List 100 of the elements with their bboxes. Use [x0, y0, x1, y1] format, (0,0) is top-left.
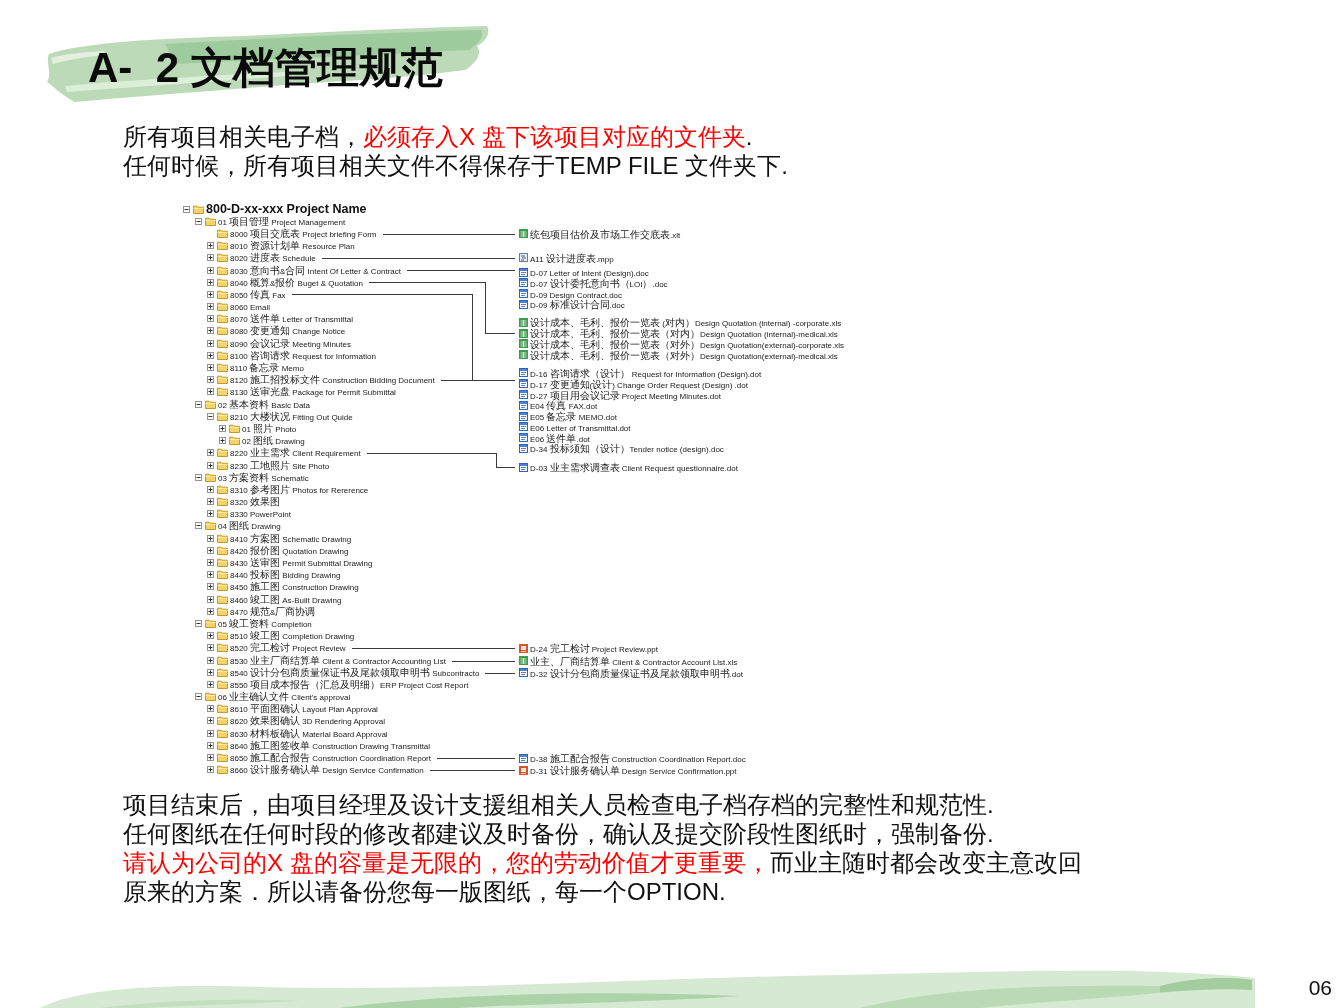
- file-item[interactable]: D-09 标准设计合同.doc: [519, 299, 625, 310]
- folder-item[interactable]: 03 方案资料 Schematic: [193, 471, 309, 484]
- plus-box-icon[interactable]: [207, 729, 214, 737]
- file-item[interactable]: D-03 业主需求调查表 Client Request questionnaire.dot: [519, 461, 738, 473]
- folder-item[interactable]: 8450 施工图 Construction Drawing: [205, 580, 359, 593]
- plus-box-icon[interactable]: [207, 546, 214, 554]
- file-item[interactable]: A11 设计进度表.mpp: [519, 252, 614, 264]
- file-item[interactable]: 业主、厂商结算单 Client & Contractor Account List.xls: [519, 655, 738, 666]
- plus-box-icon[interactable]: [207, 766, 214, 774]
- folder-item[interactable]: 8510 竣工图 Completion Drawing: [205, 629, 355, 642]
- plus-box-icon[interactable]: [207, 559, 214, 567]
- minus-box-icon[interactable]: [195, 217, 202, 225]
- plus-box-icon[interactable]: [207, 376, 214, 384]
- plus-box-icon[interactable]: [207, 571, 214, 579]
- plus-box-icon[interactable]: [207, 632, 214, 640]
- file-item[interactable]: 设计成本、毛利、报价一览表（对外）Design Quotation(external)-medical.xls: [519, 349, 838, 361]
- file-item[interactable]: D-16 咨询请求（设计） Request for Information (Design).dot: [519, 367, 762, 379]
- folder-item[interactable]: 8330 PowerPoint: [205, 507, 291, 520]
- folder-item[interactable]: 02 基本资料 Basic Data: [193, 398, 311, 411]
- plus-box-icon[interactable]: [207, 242, 214, 250]
- minus-box-icon[interactable]: [207, 412, 214, 420]
- folder-item[interactable]: 8640 施工图签收单 Construction Drawing Transmittal: [205, 739, 431, 752]
- plus-box-icon[interactable]: [207, 583, 214, 591]
- folder-item[interactable]: 8130 送审光盘 Package for Permit Submittal: [205, 385, 396, 398]
- folder-item[interactable]: 8090 会议记录 Meeting Minutes: [205, 337, 351, 350]
- file-item[interactable]: D-38 施工配合报告 Construction Coordination Report.doc: [519, 752, 746, 764]
- plus-box-icon[interactable]: [207, 449, 214, 457]
- file-item[interactable]: E04 传真 FAX.dot: [519, 399, 598, 411]
- plus-box-icon[interactable]: [207, 644, 214, 652]
- folder-item[interactable]: 8030 意向书&合同 Intent Of Letter & Contract: [205, 263, 401, 277]
- plus-box-icon[interactable]: [207, 315, 214, 323]
- folder-item[interactable]: 8000 项目交底表 Project briefing Form: [205, 227, 377, 240]
- file-item[interactable]: D-32 设计分包商质量保证书及尾款领取申明书.dot: [519, 667, 743, 679]
- plus-box-icon[interactable]: [219, 437, 226, 445]
- plus-box-icon[interactable]: [207, 485, 214, 493]
- folder-item[interactable]: 8550 项目成本报告（汇总及明细）ERP Project Cost Report: [205, 678, 469, 691]
- minus-box-icon[interactable]: [195, 693, 202, 701]
- folder-item[interactable]: 8040 概算&报价 Buget & Quotation: [205, 276, 363, 289]
- folder-item[interactable]: 8230 工地照片 Site Photo: [205, 458, 330, 472]
- file-item[interactable]: D-34 投标须知（设计）Tender notice (design).doc: [519, 443, 724, 454]
- folder-item[interactable]: 8620 效果图确认 3D Rendering Approval: [205, 714, 385, 728]
- folder-item[interactable]: 8410 方案图 Schematic Drawing: [205, 532, 352, 545]
- file-item[interactable]: 设计成本、毛利、报价一览表 (对内）Design Quotation (internal) -corporate.xls: [519, 316, 842, 328]
- folder-item[interactable]: 8540 设计分包商质量保证书及尾款领取申明书 Subcontracto: [205, 666, 480, 679]
- plus-box-icon[interactable]: [207, 266, 214, 274]
- folder-item[interactable]: 04 图纸 Drawing: [193, 519, 281, 533]
- folder-item[interactable]: 8610 平面图确认 Layout Plan Approval: [205, 702, 378, 715]
- plus-box-icon[interactable]: [207, 754, 214, 762]
- plus-box-icon[interactable]: [207, 510, 214, 518]
- plus-box-icon[interactable]: [207, 705, 214, 713]
- file-item[interactable]: D-07 Letter of Intent (Design).doc: [519, 266, 649, 278]
- plus-box-icon[interactable]: [207, 388, 214, 396]
- folder-item[interactable]: 02 图纸 Drawing: [217, 434, 305, 447]
- plus-box-icon[interactable]: [207, 607, 214, 615]
- folder-item[interactable]: 8070 送件单 Letter of Transmittal: [205, 312, 353, 325]
- folder-item[interactable]: 06 业主确认文件 Client's approval: [193, 690, 351, 703]
- plus-box-icon[interactable]: [207, 741, 214, 749]
- folder-item[interactable]: 8440 投标图 Bidding Drawing: [205, 568, 341, 581]
- folder-item[interactable]: 8060 Email: [205, 300, 271, 313]
- folder-item[interactable]: 8220 业主需求 Client Requirement: [205, 446, 361, 459]
- folder-item[interactable]: 8420 报价图 Quotation Drawing: [205, 544, 349, 557]
- minus-box-icon[interactable]: [183, 205, 190, 213]
- plus-box-icon[interactable]: [207, 254, 214, 262]
- folder-item[interactable]: 01 照片 Photo: [217, 422, 297, 435]
- file-item[interactable]: D-31 设计服务确认单 Design Service Confirmation.ppt: [519, 764, 737, 776]
- plus-box-icon[interactable]: [219, 424, 226, 432]
- folder-item[interactable]: 8460 竣工图 As-Built Drawing: [205, 593, 342, 606]
- folder-item[interactable]: 8210 大楼状况 Fitting Out Quide: [205, 410, 353, 423]
- folder-item[interactable]: 8020 进度表 Schedule: [205, 251, 316, 264]
- plus-box-icon[interactable]: [207, 680, 214, 688]
- plus-box-icon[interactable]: [207, 534, 214, 542]
- file-item[interactable]: D-09 Design Contract.doc: [519, 288, 623, 300]
- plus-box-icon[interactable]: [207, 656, 214, 664]
- folder-item[interactable]: 8530 业主厂商结算单 Client & Contractor Accounting List: [205, 653, 446, 667]
- folder-item[interactable]: 8120 施工招投标文件 Construction Bidding Document: [205, 373, 435, 386]
- file-item[interactable]: D-17 变更通知(设计) Change Order Request (Design) .dot: [519, 378, 748, 390]
- folder-item[interactable]: 8470 规范&厂商协调: [205, 605, 316, 618]
- folder-item[interactable]: 8520 完工检讨 Project Review: [205, 641, 346, 654]
- plus-box-icon[interactable]: [207, 668, 214, 676]
- plus-box-icon[interactable]: [207, 290, 214, 298]
- file-item[interactable]: E06 送件单.dot: [519, 432, 590, 444]
- folder-item[interactable]: 8310 参考图片 Photos for Rererence: [205, 483, 369, 496]
- minus-box-icon[interactable]: [195, 522, 202, 530]
- folder-item[interactable]: 8630 材料板确认 Material Board Approval: [205, 727, 388, 740]
- folder-item[interactable]: 8320 效果图: [205, 495, 281, 508]
- minus-box-icon[interactable]: [195, 619, 202, 627]
- file-item[interactable]: D-27 项目用会议记录 Project Meeting Minutes.dot: [519, 389, 721, 400]
- folder-item[interactable]: 8110 备忘录 Memo: [205, 361, 304, 374]
- plus-box-icon[interactable]: [207, 595, 214, 603]
- file-item[interactable]: D-07 设计委托意向书（LOI）.doc: [519, 277, 668, 289]
- folder-item[interactable]: 800-D-xx-xxx Project Name: [181, 203, 367, 216]
- plus-box-icon[interactable]: [207, 278, 214, 286]
- plus-box-icon[interactable]: [207, 364, 214, 372]
- file-item[interactable]: 设计成本、毛利、报价一览表（对外）Design Quotation(external)-corporate.xls: [519, 338, 845, 350]
- file-item[interactable]: 统包项目估价及市场工作交底表.xlt: [519, 228, 681, 239]
- folder-item[interactable]: 8050 传真 Fax: [205, 288, 286, 301]
- plus-box-icon[interactable]: [207, 498, 214, 506]
- folder-item[interactable]: 8010 资源计划单 Resource Plan: [205, 239, 355, 252]
- folder-item[interactable]: 8080 变更通知 Change Notice: [205, 324, 346, 338]
- plus-box-icon[interactable]: [207, 303, 214, 311]
